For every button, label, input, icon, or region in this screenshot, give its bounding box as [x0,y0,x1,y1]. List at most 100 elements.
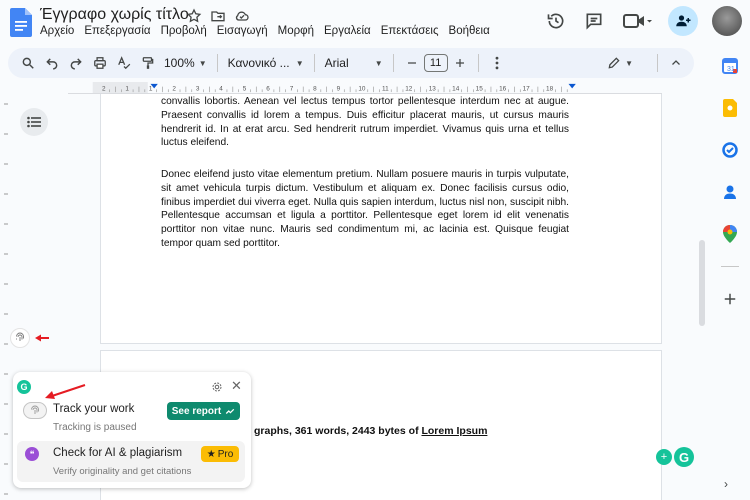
more-options-icon[interactable] [485,51,509,75]
ruler-tick-label: 16 [499,85,507,92]
add-addon-icon[interactable] [720,289,740,309]
ruler-tick-label: 18 [546,85,554,92]
summary-text: graphs, 361 words, 2443 bytes of [254,425,422,437]
menu-format[interactable]: Μορφή [278,25,314,37]
meet-icon[interactable] [620,9,654,33]
menu-extensions[interactable]: Επεκτάσεις [381,25,439,37]
menu-bar: Αρχείο Επεξεργασία Προβολή Εισαγωγή Μορφ… [40,25,490,37]
ruler-tick-label: 12 [405,85,413,92]
summary-line[interactable]: graphs, 361 words, 2443 bytes of Lorem I… [254,425,487,437]
document-outline-button[interactable] [20,108,48,136]
ruler-tick-label: 11 [382,85,389,92]
style-select[interactable]: Κανονικό ... ▼ [224,56,308,70]
ruler-tick-label: 8 [313,85,317,92]
contacts-icon[interactable] [720,182,740,202]
divider [313,54,315,72]
star-icon[interactable] [186,8,202,24]
collapse-toolbar-icon[interactable] [664,51,688,75]
chevron-right-icon[interactable]: › [724,477,728,491]
divider [657,54,658,72]
menu-help[interactable]: Βοήθεια [449,25,490,37]
horizontal-ruler[interactable]: 2 1 1 2 3 4 5 6 7 8 9 10 11 12 13 14 15 16 17 18 [68,82,662,94]
menu-insert[interactable]: Εισαγωγή [217,25,268,37]
docs-logo-icon[interactable] [10,8,32,37]
ruler-tick-label: 17 [523,85,531,92]
outline-icon [27,116,41,128]
menu-tools[interactable]: Εργαλεία [324,25,371,37]
style-value: Κανονικό ... [227,56,290,70]
increase-font-size-icon[interactable] [448,51,472,75]
editing-mode-select[interactable]: ▼ [603,56,637,70]
ai-plagiarism-check[interactable]: ❝ Check for AI & plagiarism Verify origi… [17,441,245,482]
red-arrow-annotation [45,384,86,399]
paragraph[interactable]: convallis lobortis. Aenean vel lectus te… [161,95,569,150]
ruler-tick-label: 10 [358,85,366,92]
cloud-status-icon[interactable] [234,8,250,24]
document-page[interactable]: convallis lobortis. Aenean vel lectus te… [100,94,662,344]
divider [392,54,394,72]
grammarly-authorship-button[interactable] [10,328,30,348]
tasks-icon[interactable] [720,140,740,160]
star-icon: ★ [206,448,216,460]
ruler-tick-label: 1 [149,85,153,92]
chevron-down-icon: ▼ [625,58,633,68]
close-icon[interactable]: ✕ [231,378,242,394]
track-title: Track your work [53,403,135,415]
share-button[interactable] [668,6,698,36]
font-size-input[interactable]: 11 [423,54,448,72]
menu-file[interactable]: Αρχείο [40,25,74,37]
move-folder-icon[interactable] [210,8,226,24]
zoom-value: 100% [164,56,195,70]
comments-icon[interactable] [582,9,606,33]
maps-icon[interactable] [720,224,740,244]
chevron-down-icon: ▼ [295,58,304,68]
check-title: Check for AI & plagiarism [53,447,183,459]
print-icon[interactable] [88,51,112,75]
title-icons [186,8,250,24]
decrease-font-size-icon[interactable] [400,51,424,75]
document-title[interactable]: Έγγραφο χωρίς τίτλο [40,6,189,24]
see-report-button[interactable]: See report [167,402,240,420]
menu-edit[interactable]: Επεξεργασία [84,25,150,37]
zoom-select[interactable]: 100% ▼ [160,56,211,70]
trend-icon [226,408,235,414]
side-panel: 31 [710,44,750,500]
formatting-toolbar: 100% ▼ Κανονικό ... ▼ Arial ▼ 11 ▼ [8,48,694,78]
scrollbar-thumb[interactable] [699,240,705,326]
grammarly-add-icon[interactable]: + [656,449,672,465]
ruler-margin-left [92,82,148,93]
quote-icon: ❝ [25,447,39,461]
ruler-tick-label: 6 [266,85,270,92]
redo-icon[interactable] [64,51,88,75]
track-toggle[interactable] [23,402,47,419]
paragraph[interactable]: Donec eleifend justo vitae elementum pre… [161,168,569,251]
paint-format-icon[interactable] [136,51,160,75]
fingerprint-icon [31,405,39,414]
ruler-tick-label: 1 [125,85,129,92]
spellcheck-icon[interactable] [112,51,136,75]
pro-badge: ★ Pro [201,446,239,462]
font-select[interactable]: Arial ▼ [321,56,387,70]
grammarly-button[interactable]: G [674,447,694,467]
ruler-tick-label: 2 [102,85,106,92]
avatar[interactable] [712,6,742,36]
red-arrow-annotation [35,334,49,342]
check-subtitle: Verify originality and get citations [53,466,192,477]
indent-marker-right[interactable] [568,83,576,89]
title-bar: Έγγραφο χωρίς τίτλο Αρχείο Επεξεργασία Π… [0,0,750,44]
calendar-icon[interactable]: 31 [720,56,740,76]
menu-view[interactable]: Προβολή [161,25,207,37]
ruler-tick-label: 5 [243,85,247,92]
history-icon[interactable] [544,9,568,33]
ruler-tick-label: 9 [337,85,341,92]
see-report-label: See report [171,405,222,417]
keep-icon[interactable] [720,98,740,118]
ruler-tick-label: 14 [452,85,460,92]
chevron-down-icon: ▼ [198,58,207,68]
gear-icon[interactable] [211,380,223,398]
search-menus-icon[interactable] [16,51,40,75]
fingerprint-icon [16,332,24,341]
undo-icon[interactable] [40,51,64,75]
lorem-ipsum-link[interactable]: Lorem Ipsum [421,425,487,437]
top-right-actions [544,6,742,36]
